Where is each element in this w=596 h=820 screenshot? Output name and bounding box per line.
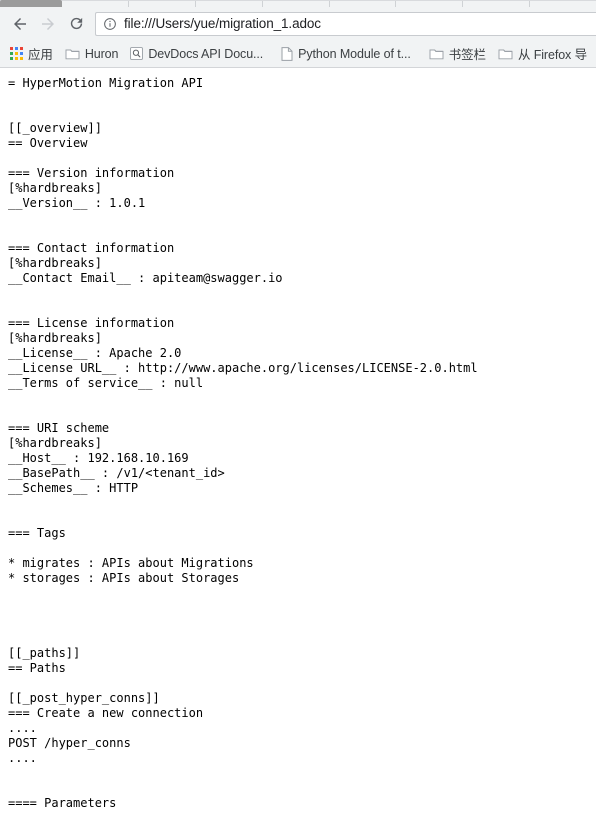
document-viewport[interactable]: = HyperMotion Migration API [[_overview]… [0, 68, 596, 819]
tab-item[interactable] [462, 1, 529, 7]
apps-grid-icon [10, 47, 23, 60]
bookmark-label: 书签栏 [448, 48, 486, 62]
navigation-toolbar: file:///Users/yue/migration_1.adoc [0, 7, 596, 40]
tab-item[interactable] [62, 1, 128, 7]
bookmarks-bar: 应用 Huron DevDocs API Docu... Python Modu… [0, 40, 596, 68]
search-page-icon [130, 47, 144, 60]
inactive-tabs[interactable] [62, 0, 596, 7]
bookmark-huron[interactable]: Huron [63, 43, 125, 65]
tab-strip[interactable] [0, 0, 596, 7]
bookmark-label: Python Module of t... [298, 46, 411, 61]
folder-icon [429, 47, 444, 60]
page-icon [281, 46, 293, 61]
bookmark-label: 从 Firefox 导 [517, 48, 587, 62]
active-tab[interactable] [0, 0, 62, 7]
tab-item[interactable] [127, 1, 195, 7]
tab-item[interactable] [261, 1, 329, 7]
bookmark-shuqianlan[interactable]: 书签栏 [427, 43, 492, 65]
tab-item[interactable] [194, 1, 262, 7]
folder-icon [498, 47, 513, 60]
bookmark-label: Huron [84, 46, 119, 61]
bookmark-label: DevDocs API Docu... [148, 46, 264, 61]
bookmark-python-module[interactable]: Python Module of t... [279, 43, 417, 65]
bookmark-devdocs[interactable]: DevDocs API Docu... [128, 43, 269, 65]
tab-item[interactable] [328, 1, 396, 7]
reload-button[interactable] [62, 10, 90, 38]
address-bar[interactable]: file:///Users/yue/migration_1.adoc [95, 11, 596, 36]
page-info-icon[interactable] [103, 17, 117, 31]
bookmark-apps[interactable]: 应用 [8, 43, 59, 65]
browser-chrome: file:///Users/yue/migration_1.adoc 应用 Hu [0, 0, 596, 68]
folder-icon [65, 47, 80, 60]
bookmark-from-firefox[interactable]: 从 Firefox 导 [496, 43, 593, 65]
back-button[interactable] [6, 10, 34, 38]
plain-text-document: = HyperMotion Migration API [[_overview]… [8, 76, 478, 810]
forward-button[interactable] [34, 10, 62, 38]
address-bar-url[interactable]: file:///Users/yue/migration_1.adoc [124, 16, 321, 31]
tab-item[interactable] [529, 1, 596, 7]
tab-item[interactable] [395, 1, 462, 7]
bookmark-label: 应用 [28, 48, 53, 62]
